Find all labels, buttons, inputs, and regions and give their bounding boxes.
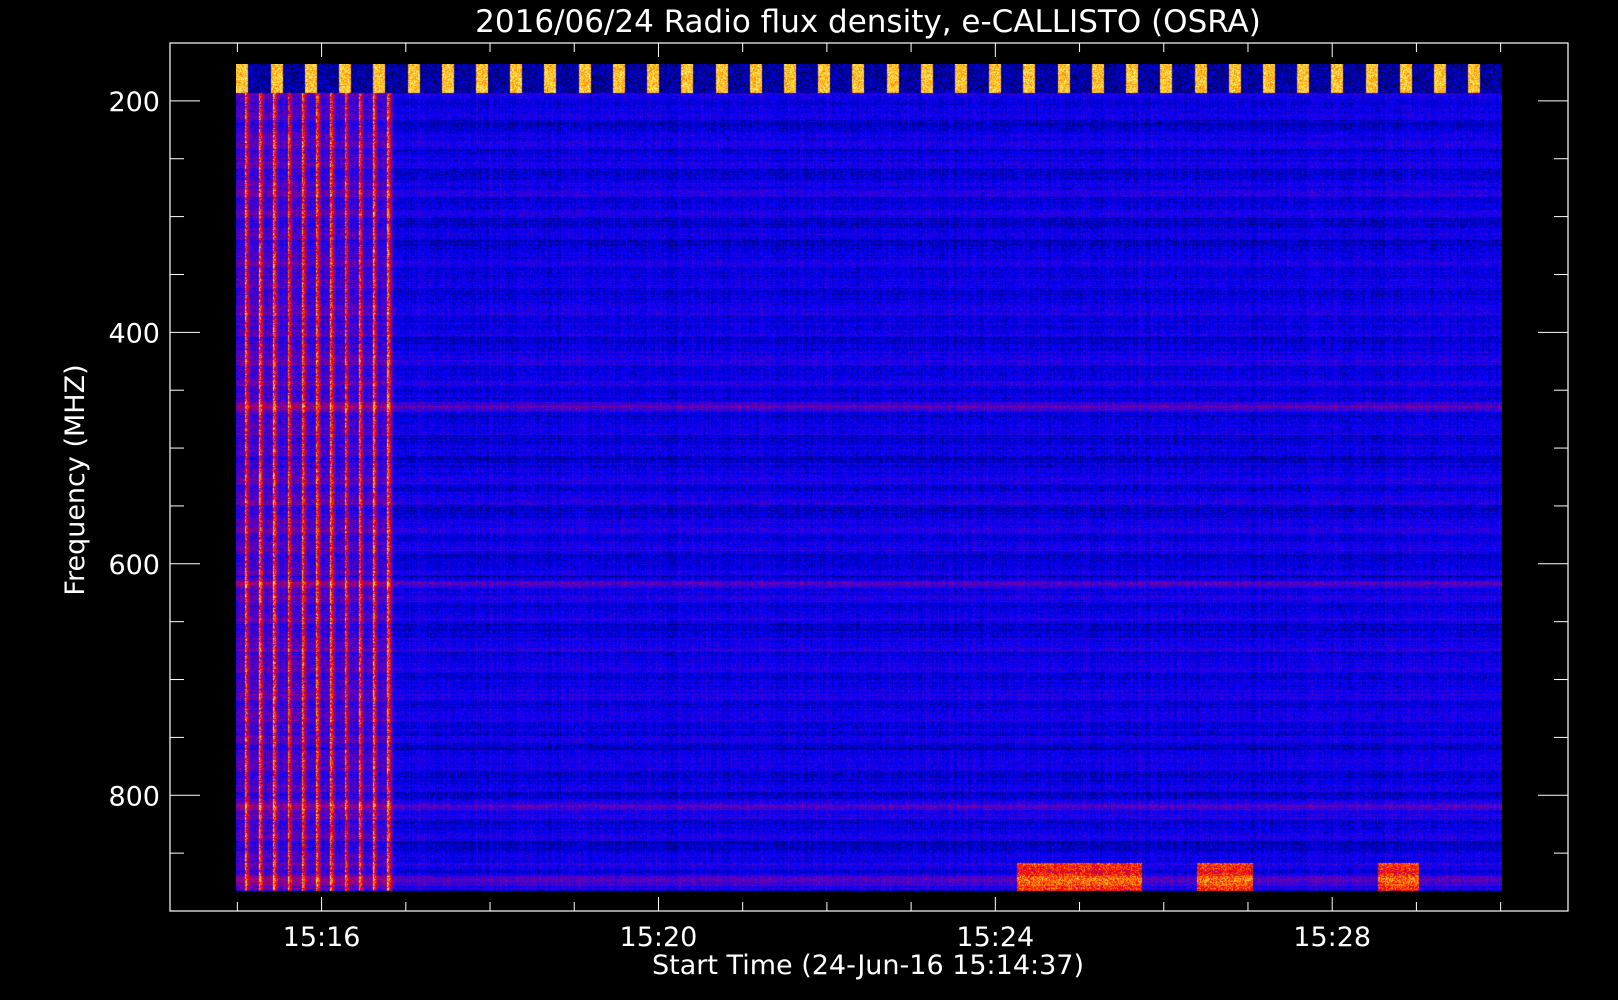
y-tick-label: 600 bbox=[108, 550, 160, 581]
chart-title: 2016/06/24 Radio flux density, e-CALLIST… bbox=[475, 4, 1261, 40]
x-tick-label: 15:28 bbox=[1293, 922, 1371, 953]
y-tick-label: 800 bbox=[108, 781, 160, 812]
x-axis-label: Start Time (24-Jun-16 15:14:37) bbox=[652, 950, 1084, 981]
x-tick-label: 15:24 bbox=[956, 922, 1034, 953]
spectrogram-heatmap bbox=[236, 64, 1502, 891]
y-axis-label: Frequency (MHZ) bbox=[60, 364, 91, 595]
spectrogram-image-holder bbox=[236, 64, 1502, 891]
x-tick-label: 15:20 bbox=[620, 922, 698, 953]
x-tick-label: 15:16 bbox=[283, 922, 361, 953]
y-tick-label: 200 bbox=[108, 87, 160, 118]
spectrogram-figure: 2016/06/24 Radio flux density, e-CALLIST… bbox=[0, 0, 1618, 1000]
y-tick-label: 400 bbox=[108, 318, 160, 349]
